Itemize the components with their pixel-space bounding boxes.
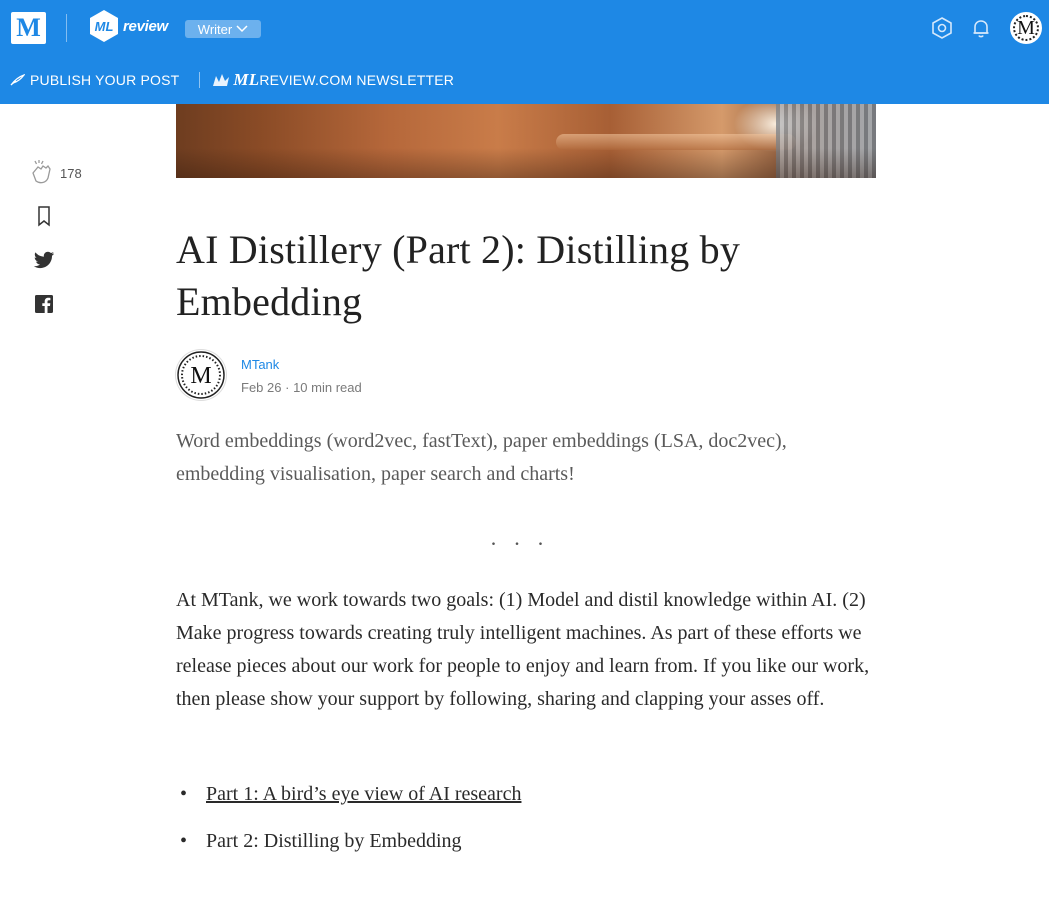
list-bullet: • <box>180 830 188 852</box>
post-date: Feb 26 <box>241 380 282 395</box>
writer-dropdown-button[interactable]: Writer <box>185 20 261 38</box>
twitter-icon[interactable] <box>32 248 56 272</box>
clap-icon <box>32 160 51 184</box>
author-avatar-emblem: M <box>177 351 225 399</box>
publish-your-post-link[interactable]: PUBLISH YOUR POST <box>10 72 179 88</box>
read-time: 10 min read <box>293 380 362 395</box>
list-bullet: • <box>180 783 188 805</box>
publication-logo-text: review <box>123 17 168 35</box>
article-subtitle: Word embeddings (word2vec, fastText), pa… <box>176 430 787 485</box>
bookmark-icon[interactable] <box>32 204 56 228</box>
author-avatar[interactable]: M <box>176 350 226 400</box>
clap-count: 178 <box>60 166 82 181</box>
publish-your-post-label: PUBLISH YOUR POST <box>30 72 180 88</box>
clap-button[interactable] <box>28 158 54 186</box>
series-list: • Part 1: A bird’s eye view of AI resear… <box>176 778 876 872</box>
facebook-icon[interactable] <box>32 292 56 316</box>
header-divider <box>66 14 67 42</box>
publication-logo-mark: ML <box>95 19 114 34</box>
publication-logo[interactable]: ML review <box>87 9 168 43</box>
newsletter-label: REVIEW.COM NEWSLETTER <box>259 72 455 88</box>
article-hero-image <box>176 104 876 178</box>
writer-button-label: Writer <box>197 21 233 37</box>
meta-separator: · <box>285 380 290 395</box>
nav-divider <box>199 72 201 88</box>
chevron-down-icon <box>236 25 248 33</box>
part-2-label: Part 2: Distilling by Embedding <box>206 830 462 852</box>
settings-icon[interactable] <box>930 16 954 40</box>
newsletter-ml-mark: ML <box>233 70 260 89</box>
user-avatar[interactable]: M <box>1010 12 1042 44</box>
top-bar: M ML review Writer M PUBLISH YOUR POST M… <box>0 0 1049 104</box>
list-item: • Part 1: A bird’s eye view of AI resear… <box>176 778 876 825</box>
quill-icon <box>10 74 25 86</box>
hexagon-logo-icon: ML <box>90 10 118 42</box>
author-avatar-letter: M <box>190 363 211 389</box>
newsletter-link[interactable]: ML REVIEW.COM NEWSLETTER <box>212 70 454 90</box>
section-divider: ... <box>490 525 562 550</box>
medium-logo-letter: M <box>16 13 41 42</box>
author-name-link[interactable]: MTank <box>241 357 279 372</box>
article-title: AI Distillery (Part 2): Distilling by Em… <box>176 227 741 324</box>
medium-logo[interactable]: M <box>11 12 46 44</box>
list-item: • Part 2: Distilling by Embedding <box>176 825 876 872</box>
notifications-icon[interactable] <box>969 16 993 40</box>
part-1-link[interactable]: Part 1: A bird’s eye view of AI research <box>206 783 521 805</box>
intro-paragraph: At MTank, we work towards two goals: (1)… <box>176 589 870 710</box>
post-meta: Feb 26 · 10 min read <box>241 380 362 395</box>
newsletter-logo-icon <box>213 74 230 86</box>
publication-nav: PUBLISH YOUR POST ML REVIEW.COM NEWSLETT… <box>10 70 454 90</box>
